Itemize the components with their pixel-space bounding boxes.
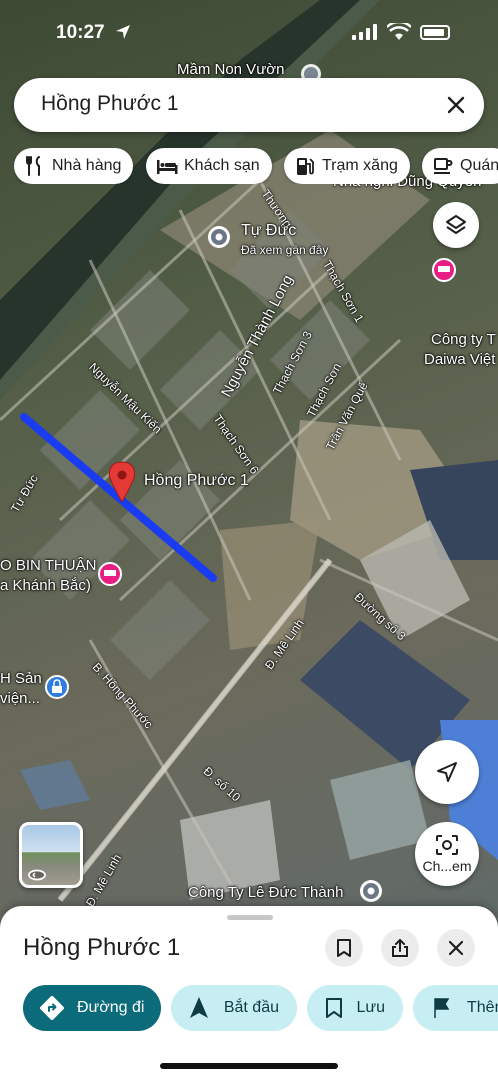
layers-icon [446,215,466,234]
chip-gas-stations[interactable]: Trạm xăng [284,148,410,184]
poi-marker-icon [208,226,230,248]
status-time: 10:27 [56,22,105,43]
camera-scan-icon [436,835,458,855]
factory-roof [20,760,90,810]
place-title: Hồng Phước 1 [23,934,181,961]
chip-hotels[interactable]: Khách sạn [146,148,272,184]
flag-icon [429,995,455,1021]
street-view-thumbnail[interactable] [19,822,83,888]
search-query[interactable]: Hồng Phước 1 [41,92,179,116]
close-icon[interactable] [444,93,468,117]
chip-cafes[interactable]: Quán [422,148,498,184]
location-services-icon [116,25,130,39]
more-button[interactable]: Thên [413,985,498,1031]
share-button[interactable] [381,929,419,967]
save-button[interactable] [325,929,363,967]
scan-label: Ch...em [422,858,472,874]
share-icon [392,938,408,957]
cafe-icon [432,155,454,177]
directions-label: Đường đi [77,999,145,1016]
hotel-icon [156,155,178,177]
layers-button[interactable] [433,202,479,248]
chip-restaurants[interactable]: Nhà hàng [14,148,134,184]
bookmark-icon [323,995,344,1021]
label-tu-duc-poi[interactable]: Tự Đức [241,222,296,240]
navigation-arrow-icon [437,762,457,782]
label-cong-ty-daiwa-1[interactable]: Công ty T [431,331,496,348]
directions-icon [39,995,65,1021]
category-chips: Nhà hàng Khách sạn Trạm xăng Quán [14,148,498,184]
home-indicator[interactable] [160,1063,338,1069]
my-location-button[interactable] [415,740,479,804]
cellular-signal-icon [352,24,377,40]
save-action-button[interactable]: Lưu [307,985,403,1031]
save-action-label: Lưu [356,999,385,1016]
label-h-san-2[interactable]: viện... [0,690,40,707]
search-bar[interactable]: Hồng Phước 1 [14,78,484,132]
label-bin-thuan-2[interactable]: a Khánh Bắc) [0,577,91,594]
label-pin[interactable]: Hồng Phước 1 [144,472,249,490]
hotel-marker-icon [432,258,456,282]
label-tu-duc-sub: Đã xem gần đây [241,243,329,257]
chip-label: Trạm xăng [322,157,398,174]
battery-icon [420,25,450,40]
close-sheet-button[interactable] [437,929,475,967]
wifi-icon [387,23,411,40]
chip-label: Nhà hàng [52,157,122,174]
chip-label: Khách sạn [184,157,260,174]
place-bottom-sheet[interactable]: Hồng Phước 1 Đường đi Bắt đầu Lưu Thê [0,906,498,1080]
poi-marker-icon [360,880,382,902]
label-cong-ty-daiwa-2[interactable]: Daiwa Việt [424,351,495,368]
action-buttons-row: Đường đi Bắt đầu Lưu Thên [23,985,498,1031]
chip-label: Quán [460,157,498,174]
scan-button[interactable]: Ch...em [415,822,479,886]
navigation-icon [187,995,212,1021]
bookmark-icon [337,939,351,957]
start-button[interactable]: Bắt đầu [171,985,297,1031]
label-h-san-1[interactable]: H Sản [0,670,42,687]
directions-button[interactable]: Đường đi [23,985,161,1031]
restaurant-icon [24,155,46,177]
sand-area [220,520,320,650]
gas-station-icon [294,155,316,177]
close-icon [448,940,464,956]
label-bin-thuan-1[interactable]: O BIN THUẬN [0,557,96,574]
label-cong-ty-le-duc-thanh[interactable]: Công Ty Lê Đức Thành [188,884,343,901]
hotel-marker-icon [98,562,122,586]
street-view-icon [28,869,46,881]
more-label: Thên [467,999,498,1016]
sheet-handle[interactable] [227,915,273,920]
start-label: Bắt đầu [223,999,279,1016]
status-bar: 10:27 [0,0,498,64]
lock-marker-icon [45,675,69,699]
